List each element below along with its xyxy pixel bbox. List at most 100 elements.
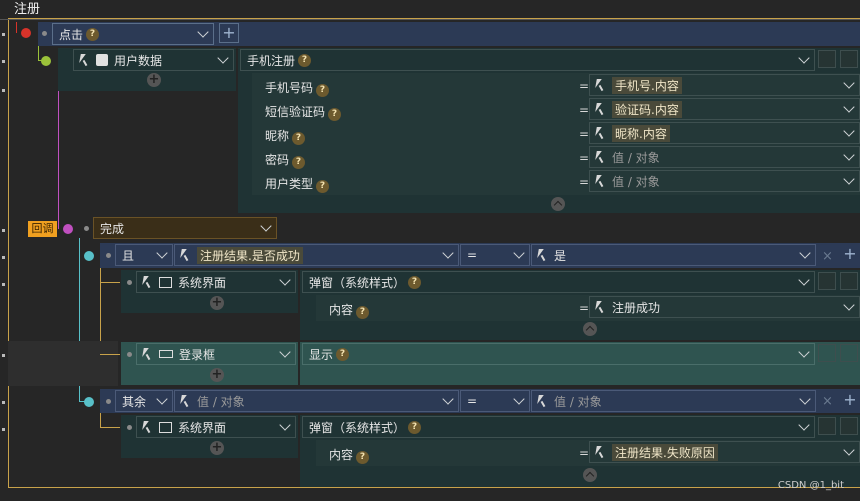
condition1-left-dropdown[interactable]: 注册结果.是否成功 (174, 244, 459, 266)
callback-connector-dot[interactable] (63, 224, 73, 234)
chevron-down-icon (279, 274, 291, 286)
help-icon[interactable]: ? (292, 156, 306, 169)
window-icon (159, 276, 172, 288)
param-value-nickname[interactable]: 昵称.内容 (589, 122, 860, 144)
param-value-user-type[interactable]: 值 / 对象 (589, 170, 860, 192)
block3-action-dropdown[interactable]: 显示? (302, 343, 815, 365)
textbox-icon (159, 350, 173, 358)
row-marker (2, 33, 5, 36)
event-dropdown[interactable]: 点击? (52, 23, 214, 45)
help-icon[interactable]: ? (408, 275, 422, 289)
callback-link-line (58, 91, 59, 229)
collapse-button[interactable] (551, 197, 565, 211)
row-marker (2, 60, 5, 63)
settings-icon[interactable] (840, 417, 858, 435)
page-title: 注册 (14, 2, 41, 17)
pointer-icon (596, 151, 607, 163)
equals-sign: = (579, 446, 590, 460)
chevron-down-icon (843, 173, 855, 185)
condition1-cmp-dropdown[interactable]: = (460, 244, 530, 266)
block2-action-dropdown[interactable]: 弹窗（系统样式）? (302, 271, 815, 293)
condition2-left-dropdown[interactable]: 值 / 对象 (174, 390, 459, 412)
block1-action-dropdown[interactable]: 手机注册? (240, 49, 815, 71)
param-value-password[interactable]: 值 / 对象 (589, 146, 860, 168)
condition2-right-dropdown[interactable]: 值 / 对象 (531, 390, 816, 412)
help-icon[interactable]: ? (86, 27, 100, 41)
condition1-op-dropdown[interactable]: 且 (115, 244, 173, 266)
condition2-op-dropdown[interactable]: 其余 (115, 390, 173, 412)
help-icon[interactable]: ? (316, 84, 330, 97)
param-placeholder-text: 值 / 对象 (612, 174, 660, 189)
block2-action-label: 弹窗（系统样式） (309, 275, 406, 290)
refresh-icon[interactable] (818, 344, 836, 362)
condition1-connector-dot[interactable] (84, 251, 94, 261)
block4-bullet (127, 425, 132, 430)
window-icon (159, 421, 172, 433)
settings-icon[interactable] (840, 272, 858, 290)
row-marker (2, 229, 5, 232)
collapse-button[interactable] (583, 468, 597, 482)
pointer-icon (143, 421, 154, 433)
help-icon[interactable]: ? (292, 132, 306, 145)
block4-action-dropdown[interactable]: 弹窗（系统样式）? (302, 416, 815, 438)
block4-target-dropdown[interactable]: 系统界面 (136, 416, 296, 438)
condition1-op-label: 且 (122, 248, 135, 263)
refresh-icon[interactable] (818, 417, 836, 435)
help-icon[interactable]: ? (298, 53, 312, 67)
refresh-icon[interactable] (818, 50, 836, 68)
condition1-right-dropdown[interactable]: 是 (531, 244, 816, 266)
condition2-right-text: 值 / 对象 (554, 394, 602, 409)
param-value-content[interactable]: 注册结果.失败原因 (589, 441, 860, 463)
block1-connector-dot[interactable] (41, 56, 51, 66)
add-action-button[interactable]: + (147, 73, 161, 87)
branch1-link-line-h (100, 354, 120, 355)
help-icon[interactable]: ? (356, 306, 370, 319)
collapse-button[interactable] (583, 322, 597, 336)
block2-target-dropdown[interactable]: 系统界面 (136, 271, 296, 293)
param-label-content: 内容? (329, 301, 370, 319)
condition2-cmp-dropdown[interactable]: = (460, 390, 530, 412)
remove-condition-icon[interactable]: × (822, 249, 833, 264)
branch2-link-line (100, 413, 101, 428)
title-divider (0, 19, 860, 20)
refresh-icon[interactable] (818, 272, 836, 290)
param-value-phone[interactable]: 手机号.内容 (589, 74, 860, 96)
help-icon[interactable]: ? (316, 180, 330, 193)
param-value-content[interactable]: 注册成功 (589, 296, 860, 318)
help-icon[interactable]: ? (336, 347, 350, 361)
add-event-button[interactable]: + (219, 23, 239, 43)
block4-action-label: 弹窗（系统样式） (309, 420, 406, 435)
add-action-button[interactable]: + (210, 296, 224, 310)
block3-target-label: 登录框 (179, 347, 216, 362)
chevron-down-icon (513, 393, 525, 405)
param-value-sms[interactable]: 验证码.内容 (589, 98, 860, 120)
callback-dropdown[interactable]: 完成 (93, 217, 277, 239)
block1-link-line (38, 46, 39, 61)
param-value-text: 验证码.内容 (612, 100, 682, 118)
help-icon[interactable]: ? (328, 108, 342, 121)
block2-target-label: 系统界面 (178, 275, 227, 290)
help-icon[interactable]: ? (408, 420, 422, 434)
param-label-user-type: 用户类型? (265, 175, 330, 193)
condition2-connector-dot[interactable] (84, 397, 94, 407)
pointer-icon (596, 301, 607, 313)
add-condition-button[interactable]: + (840, 391, 860, 411)
remove-condition-icon[interactable]: × (822, 394, 833, 409)
row-marker (2, 283, 5, 286)
pointer-icon (596, 127, 607, 139)
add-action-button[interactable]: + (210, 368, 224, 382)
equals-sign: = (579, 103, 590, 117)
pointer-icon (596, 79, 607, 91)
add-condition-button[interactable]: + (840, 245, 860, 265)
event-connector-dot[interactable] (21, 28, 31, 38)
chevron-down-icon (799, 393, 811, 405)
add-action-button[interactable]: + (210, 441, 224, 455)
block1-target-dropdown[interactable]: 用户数据 (73, 49, 234, 71)
block3-target-dropdown[interactable]: 登录框 (136, 343, 296, 365)
chevron-down-icon (197, 26, 209, 38)
chevron-down-icon (798, 419, 810, 431)
settings-icon[interactable] (840, 344, 858, 362)
help-icon[interactable]: ? (356, 451, 370, 464)
equals-sign: = (579, 79, 590, 93)
settings-icon[interactable] (840, 50, 858, 68)
